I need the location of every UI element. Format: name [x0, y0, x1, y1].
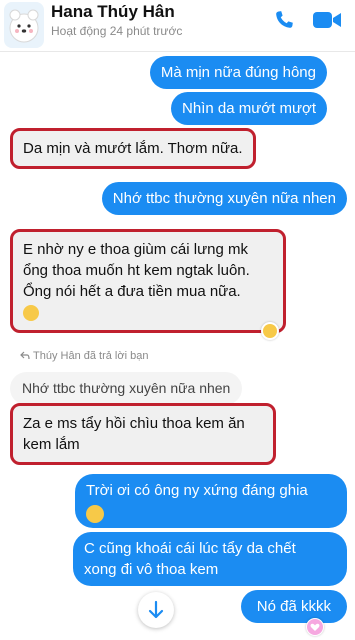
laughing-emoji-icon — [23, 305, 39, 321]
reaction-laughing-emoji-icon[interactable] — [261, 322, 279, 340]
reply-arrow-icon — [20, 351, 30, 360]
message-line: xong đi vô thoa kem — [84, 561, 219, 578]
message-line: ổng thoa muốn ht kem ngtak luôn. — [23, 262, 250, 279]
message-line: kem lắm — [23, 436, 80, 453]
contact-name[interactable]: Hana Thúy Hân — [51, 2, 175, 22]
message-line — [23, 302, 273, 323]
outgoing-message[interactable]: Nó đã kkkk — [240, 590, 347, 623]
incoming-message-highlighted[interactable]: Da mịn và mướt lắm. Thơm nữa. — [10, 128, 256, 169]
scroll-to-bottom-button[interactable] — [138, 592, 174, 628]
chat-header: Hana Thúy Hân Hoạt động 24 phút trước — [0, 0, 355, 52]
outgoing-message[interactable]: Trời ơi có ông ny xứng đáng ghia — [75, 474, 347, 528]
active-status: Hoạt động 24 phút trước — [51, 24, 183, 38]
message-line: Za e ms tẩy hồi chìu thoa kem ăn — [23, 415, 245, 432]
incoming-message-highlighted[interactable]: Za e ms tẩy hồi chìu thoa kem ăn kem lắm — [10, 403, 276, 465]
arrow-down-icon — [148, 600, 164, 619]
reply-label: Thúy Hân đã trả lời bạn — [20, 350, 148, 362]
reaction-heart-icon[interactable] — [306, 618, 324, 636]
message-line: Ổng nói hết a đưa tiền mua nữa. — [23, 283, 241, 300]
video-camera-icon[interactable] — [312, 10, 342, 30]
phone-icon[interactable] — [272, 8, 296, 32]
reply-label-text: Thúy Hân đã trả lời bạn — [33, 350, 149, 362]
message-line — [86, 501, 336, 523]
outgoing-message[interactable]: Mà mịn nữa đúng hông — [149, 56, 327, 89]
outgoing-message[interactable]: Nhìn da mướt mượt — [171, 92, 327, 125]
outgoing-message[interactable]: C cũng khoái cái lúc tẩy da chết xong đi… — [73, 532, 347, 586]
quoted-message[interactable]: Nhớ ttbc thường xuyên nữa nhen — [10, 372, 243, 405]
message-line: C cũng khoái cái lúc tẩy da chết — [84, 540, 296, 557]
incoming-message-highlighted[interactable]: E nhờ ny e thoa giùm cái lưng mk ổng tho… — [10, 229, 286, 333]
contact-avatar[interactable] — [4, 2, 44, 48]
outgoing-message[interactable]: Nhớ ttbc thường xuyên nữa nhen — [101, 182, 347, 215]
message-line: Trời ơi có ông ny xứng đáng ghia — [86, 482, 308, 499]
smile-emoji-icon — [86, 505, 104, 523]
message-line: E nhờ ny e thoa giùm cái lưng mk — [23, 241, 248, 258]
